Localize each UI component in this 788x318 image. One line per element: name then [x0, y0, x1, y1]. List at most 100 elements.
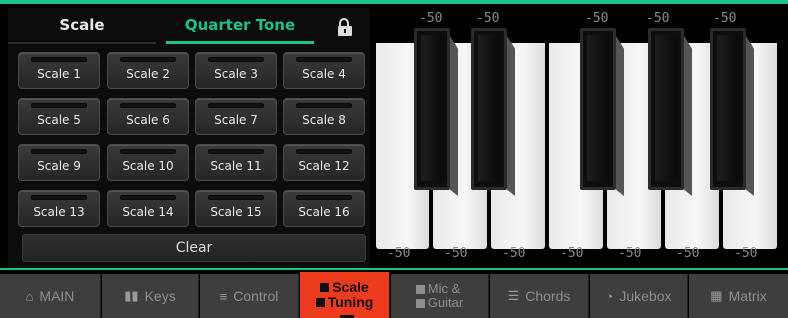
keys-icon: ▮▮ — [124, 288, 139, 303]
unlock-icon[interactable] — [338, 18, 352, 36]
led-indicator — [120, 57, 176, 62]
scale-button-7[interactable]: Scale 7 — [195, 98, 277, 135]
scale-button-10[interactable]: Scale 10 — [107, 144, 189, 181]
scale-button-label: Scale 13 — [33, 205, 85, 219]
scale-button-label: Scale 6 — [126, 113, 170, 127]
bottom-nav: ⌂ MAIN ▮▮ Keys ≡ Control Scale Tuning Mi… — [0, 270, 788, 318]
tab-scale[interactable]: Scale — [8, 8, 156, 44]
nav-label: Matrix — [728, 288, 767, 304]
nav-label: Control — [233, 288, 279, 304]
nav-label: Guitar — [427, 295, 464, 310]
led-indicator — [208, 57, 264, 62]
scale-button-15[interactable]: Scale 15 — [195, 190, 277, 227]
scale-button-label: Scale 3 — [214, 67, 258, 81]
scale-icon — [320, 283, 330, 292]
tuning-icon — [315, 298, 325, 307]
black-key-cent-value[interactable]: -50 — [646, 11, 669, 26]
led-indicator — [31, 149, 87, 154]
top-accent-line — [0, 0, 788, 4]
white-key-cent-value[interactable]: -50 — [387, 246, 410, 261]
scale-button-9[interactable]: Scale 9 — [18, 144, 100, 181]
black-key-a-sharp[interactable] — [710, 28, 754, 196]
led-indicator — [208, 149, 264, 154]
scale-button-label: Scale 8 — [302, 113, 346, 127]
scale-tabs: Scale Quarter Tone — [8, 8, 370, 44]
guitar-icon — [415, 298, 425, 308]
scale-button-label: Scale 10 — [122, 159, 174, 173]
scale-panel — [8, 8, 370, 270]
scale-button-16[interactable]: Scale 16 — [283, 190, 365, 227]
scale-button-2[interactable]: Scale 2 — [107, 52, 189, 89]
nav-matrix[interactable]: ▦ Matrix — [689, 274, 788, 318]
home-icon: ⌂ — [25, 288, 34, 304]
scale-button-label: Scale 5 — [37, 113, 81, 127]
white-key-cent-value[interactable]: -50 — [734, 246, 757, 261]
mic-icon — [415, 284, 425, 294]
scale-button-14[interactable]: Scale 14 — [107, 190, 189, 227]
nav-main[interactable]: ⌂ MAIN — [0, 274, 101, 318]
jukebox-icon: ◔ — [605, 288, 614, 304]
white-key-cent-value[interactable]: -50 — [560, 246, 583, 261]
nav-scale-tuning[interactable]: Scale Tuning — [300, 272, 390, 318]
nav-jukebox[interactable]: ◔ Jukebox — [590, 274, 688, 318]
led-indicator — [120, 103, 176, 108]
white-key-cent-value[interactable]: -50 — [444, 246, 467, 261]
black-key-cent-value[interactable]: -50 — [419, 11, 442, 26]
scale-button-6[interactable]: Scale 6 — [107, 98, 189, 135]
sliders-icon: ≡ — [219, 288, 228, 304]
nav-control[interactable]: ≡ Control — [200, 274, 299, 318]
black-key-d-sharp[interactable] — [471, 28, 515, 196]
scale-button-11[interactable]: Scale 11 — [195, 144, 277, 181]
led-indicator — [31, 57, 87, 62]
led-indicator — [296, 149, 352, 154]
nav-chords[interactable]: ☰ Chords — [490, 274, 589, 318]
led-indicator — [208, 195, 264, 200]
black-key-c-sharp[interactable] — [414, 28, 458, 196]
scale-button-8[interactable]: Scale 8 — [283, 98, 365, 135]
white-key-cent-value[interactable]: -50 — [676, 246, 699, 261]
led-indicator — [296, 103, 352, 108]
white-key-cent-value[interactable]: -50 — [618, 246, 641, 261]
led-indicator — [120, 149, 176, 154]
scale-button-label: Scale 11 — [210, 159, 262, 173]
led-indicator — [31, 103, 87, 108]
scale-button-label: Scale 9 — [37, 159, 81, 173]
led-indicator — [120, 195, 176, 200]
led-indicator — [208, 103, 264, 108]
clear-button[interactable]: Clear — [22, 234, 366, 262]
scale-button-4[interactable]: Scale 4 — [283, 52, 365, 89]
tab-quarter-tone[interactable]: Quarter Tone — [166, 8, 314, 44]
scale-button-label: Scale 12 — [298, 159, 350, 173]
black-key-cent-value[interactable]: -50 — [476, 11, 499, 26]
scale-button-1[interactable]: Scale 1 — [18, 52, 100, 89]
scale-button-12[interactable]: Scale 12 — [283, 144, 365, 181]
black-key-cent-value[interactable]: -50 — [713, 11, 736, 26]
matrix-icon: ▦ — [710, 288, 723, 303]
scale-button-label: Scale 15 — [210, 205, 262, 219]
black-key-g-sharp[interactable] — [648, 28, 692, 196]
nav-label: MAIN — [39, 288, 75, 304]
scale-button-13[interactable]: Scale 13 — [18, 190, 100, 227]
scale-button-label: Scale 2 — [126, 67, 170, 81]
led-indicator — [296, 195, 352, 200]
nav-label: Tuning — [327, 294, 374, 310]
black-key-cent-value[interactable]: -50 — [585, 11, 608, 26]
nav-label: Jukebox — [619, 288, 672, 304]
scale-button-5[interactable]: Scale 5 — [18, 98, 100, 135]
chords-icon: ☰ — [507, 288, 520, 303]
nav-label: Keys — [144, 288, 176, 304]
scale-button-label: Scale 4 — [302, 67, 346, 81]
black-key-f-sharp[interactable] — [580, 28, 624, 196]
nav-label: Scale — [332, 279, 369, 295]
scale-button-3[interactable]: Scale 3 — [195, 52, 277, 89]
nav-label: Chords — [525, 288, 571, 304]
nav-mic-guitar[interactable]: Mic & Guitar — [391, 274, 489, 318]
tuning-keyboard: -50 -50 -50 -50 -50 -50 -50 -50 -50 -50 … — [376, 8, 784, 268]
scale-button-label: Scale 1 — [37, 67, 81, 81]
scale-button-label: Scale 7 — [214, 113, 258, 127]
white-key-cent-value[interactable]: -50 — [502, 246, 525, 261]
led-indicator — [296, 57, 352, 62]
scale-button-label: Scale 14 — [122, 205, 174, 219]
nav-keys[interactable]: ▮▮ Keys — [102, 274, 199, 318]
led-indicator — [31, 195, 87, 200]
